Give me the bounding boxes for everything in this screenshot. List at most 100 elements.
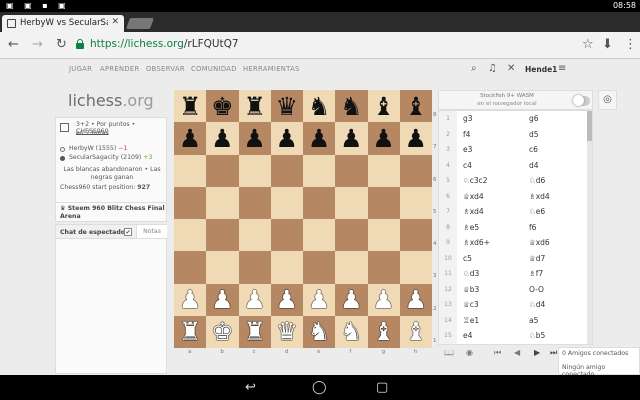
black-move[interactable]: ♘d6 — [529, 173, 545, 189]
square-e4[interactable] — [303, 219, 336, 252]
move-list-scrollbar[interactable] — [587, 111, 592, 344]
white-player[interactable]: HerbyW (1555) — [69, 145, 116, 152]
white-move[interactable]: c4 — [463, 158, 472, 174]
black-move[interactable]: ♘d4 — [529, 344, 545, 345]
square-h1[interactable]: ♝ — [399, 315, 432, 348]
white-pawn-icon[interactable]: ♟ — [372, 287, 394, 312]
move-list[interactable]: 1 g3 g6 2 f4 d5 3 e3 c6 4 c4 d4 5 ♘c3c2 ♘d6 6 ♕xd4 ♗xd4 7 ♗… — [438, 110, 593, 345]
black-pawn-icon[interactable]: ♟ — [405, 126, 427, 151]
white-king-icon[interactable]: ♚ — [211, 319, 233, 344]
nav-comunidad[interactable]: COMUNIDAD — [191, 65, 237, 73]
black-bishop-icon[interactable]: ♝ — [372, 94, 394, 119]
square-c7[interactable]: ♟ — [238, 122, 271, 155]
black-player[interactable]: SecularSagacity (2109) — [69, 154, 141, 161]
nav-herramientas[interactable]: HERRAMIENTAS — [243, 65, 300, 73]
white-pawn-icon[interactable]: ♟ — [308, 287, 330, 312]
black-king-icon[interactable]: ♚ — [211, 94, 233, 119]
square-c6[interactable] — [238, 154, 271, 187]
close-tab-icon[interactable]: ✕ — [111, 17, 119, 27]
black-pawn-icon[interactable]: ♟ — [243, 126, 265, 151]
square-f6[interactable] — [335, 154, 368, 187]
black-pawn-icon[interactable]: ♟ — [179, 126, 201, 151]
white-move[interactable]: e3 — [463, 142, 472, 158]
square-g7[interactable]: ♟ — [367, 122, 400, 155]
square-b2[interactable]: ♟ — [206, 283, 239, 316]
white-bishop-icon[interactable]: ♝ — [372, 319, 394, 344]
android-recent-icon[interactable]: ▢ — [376, 380, 388, 395]
chat-enable-checkbox[interactable]: ✔ — [124, 228, 132, 236]
white-move[interactable]: ♕c2 — [463, 344, 479, 345]
menu-icon[interactable]: ⋮ — [624, 37, 637, 52]
square-e5[interactable] — [303, 186, 336, 219]
white-move[interactable]: e4 — [463, 328, 472, 344]
first-move-icon[interactable]: ⏮ — [494, 348, 501, 358]
black-move[interactable]: ♘e6 — [529, 204, 545, 220]
white-pawn-icon[interactable]: ♟ — [243, 287, 265, 312]
square-b4[interactable] — [206, 219, 239, 252]
black-move[interactable]: c6 — [529, 142, 538, 158]
white-pawn-icon[interactable]: ♟ — [276, 287, 298, 312]
square-b8[interactable]: ♚ — [206, 90, 239, 123]
next-move-icon[interactable]: ▶ — [534, 348, 540, 357]
black-knight-icon[interactable]: ♞ — [308, 94, 330, 119]
white-move[interactable]: g3 — [463, 111, 473, 127]
black-rook-icon[interactable]: ♜ — [243, 94, 265, 119]
square-h7[interactable]: ♟ — [399, 122, 432, 155]
black-move[interactable]: d4 — [529, 158, 539, 174]
white-pawn-icon[interactable]: ♟ — [211, 287, 233, 312]
white-rook-icon[interactable]: ♜ — [243, 319, 265, 344]
square-e1[interactable]: ♞ — [303, 315, 336, 348]
square-g2[interactable]: ♟ — [367, 283, 400, 316]
black-move[interactable]: ♘d4 — [529, 297, 545, 313]
android-back-icon[interactable]: ↩ — [245, 380, 256, 395]
square-d1[interactable]: ♛ — [270, 315, 303, 348]
white-bishop-icon[interactable]: ♝ — [405, 319, 427, 344]
download-icon[interactable]: ⬇ — [602, 37, 613, 52]
nav-aprender[interactable]: APRENDER — [100, 65, 140, 73]
square-g4[interactable] — [367, 219, 400, 252]
square-h6[interactable] — [399, 154, 432, 187]
square-d3[interactable] — [270, 251, 303, 284]
square-h5[interactable] — [399, 186, 432, 219]
square-c2[interactable]: ♟ — [238, 283, 271, 316]
square-h2[interactable]: ♟ — [399, 283, 432, 316]
circle-icon[interactable]: ◉ — [466, 348, 473, 357]
square-f3[interactable] — [335, 251, 368, 284]
square-f2[interactable]: ♟ — [335, 283, 368, 316]
address-bar[interactable]: https://lichess.org/rLFQUtQ7 — [70, 36, 570, 55]
black-pawn-icon[interactable]: ♟ — [276, 126, 298, 151]
white-pawn-icon[interactable]: ♟ — [179, 287, 201, 312]
white-move[interactable]: ♗xd4 — [463, 204, 484, 220]
android-home-icon[interactable]: ◯ — [312, 380, 327, 395]
white-move[interactable]: ♘d3 — [463, 266, 479, 282]
white-queen-icon[interactable]: ♛ — [276, 319, 298, 344]
black-move[interactable]: ♕xd6 — [529, 235, 550, 251]
black-pawn-icon[interactable]: ♟ — [372, 126, 394, 151]
square-g1[interactable]: ♝ — [367, 315, 400, 348]
bell-icon[interactable]: ♫ — [488, 63, 497, 74]
white-knight-icon[interactable]: ♞ — [340, 319, 362, 344]
white-knight-icon[interactable]: ♞ — [308, 319, 330, 344]
square-d7[interactable]: ♟ — [270, 122, 303, 155]
square-f8[interactable]: ♞ — [335, 90, 368, 123]
black-bishop-icon[interactable]: ♝ — [405, 94, 427, 119]
white-rook-icon[interactable]: ♜ — [179, 319, 201, 344]
search-icon[interactable]: ⌕ — [471, 63, 477, 74]
black-move[interactable]: a5 — [529, 313, 538, 329]
last-move-icon[interactable]: ⏭ — [550, 348, 557, 358]
chess-board[interactable]: ♜ ♚ ♜ ♛ ♞ ♞ ♝ ♝ ♟ ♟ ♟ ♟ ♟ ♟ ♟ ♟ ♟ ♟ ♟ ♟ ♟ ♟ ♟ ♟ ♜ ♚ ♜ ♛ ♞ ♞ ♝ ♝ — [174, 90, 432, 348]
square-b1[interactable]: ♚ — [206, 315, 239, 348]
url-text[interactable]: https://lichess.org/rLFQUtQ7 — [90, 38, 239, 50]
book-icon[interactable]: 📖 — [444, 348, 454, 357]
square-f4[interactable] — [335, 219, 368, 252]
black-move[interactable]: ♘b5 — [529, 328, 545, 344]
square-a7[interactable]: ♟ — [174, 122, 207, 155]
new-tab-button[interactable] — [125, 18, 155, 29]
black-pawn-icon[interactable]: ♟ — [211, 126, 233, 151]
black-pawn-icon[interactable]: ♟ — [340, 126, 362, 151]
white-move[interactable]: ♕b3 — [463, 282, 479, 298]
black-move[interactable]: O-O — [529, 282, 544, 298]
white-move[interactable]: ♕xd4 — [463, 189, 484, 205]
square-e8[interactable]: ♞ — [303, 90, 336, 123]
square-e3[interactable] — [303, 251, 336, 284]
